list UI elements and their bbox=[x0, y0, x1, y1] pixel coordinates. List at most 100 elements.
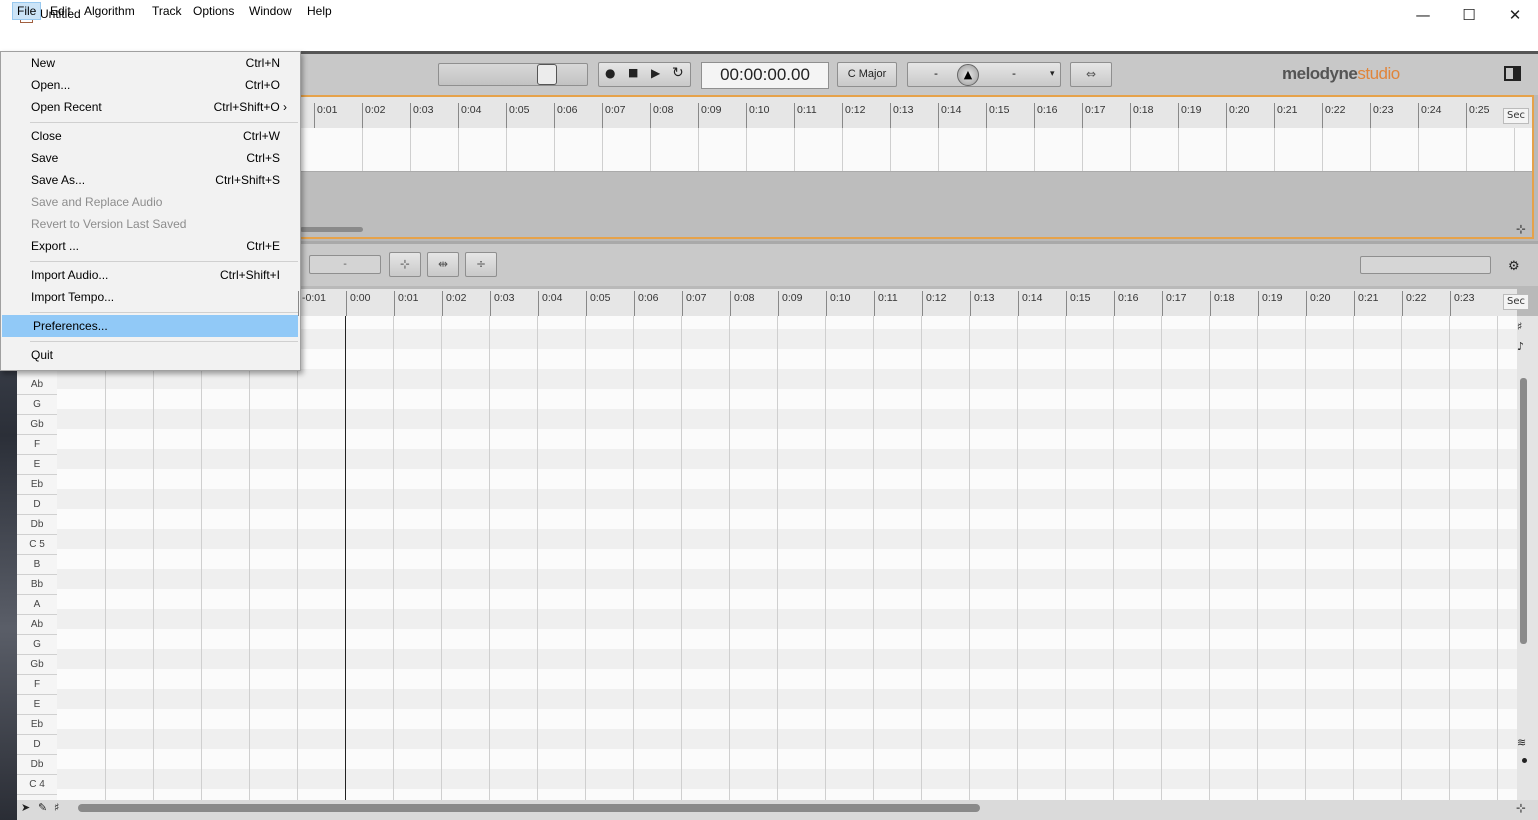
arrangement-ruler-label: 0:15 bbox=[989, 104, 1010, 116]
pencil-tool-icon[interactable]: ✎ bbox=[38, 801, 47, 814]
ruler-tick bbox=[1322, 103, 1323, 128]
editor-ruler-label: 0:03 bbox=[494, 292, 515, 304]
lane-gridline bbox=[842, 128, 843, 171]
file-menu-item-preferences[interactable]: Preferences... bbox=[2, 315, 298, 337]
ruler-tick bbox=[506, 103, 507, 128]
menu-item-label: Preferences... bbox=[33, 319, 108, 333]
panel-toggle-icon[interactable] bbox=[1504, 66, 1521, 81]
file-menu-item-save[interactable]: Save Ctrl+S bbox=[0, 147, 299, 169]
grid-line bbox=[777, 316, 778, 800]
editor-ruler-label: 0:16 bbox=[1118, 292, 1139, 304]
arrangement-unit-label[interactable]: Sec bbox=[1503, 108, 1529, 124]
arrangement-scrollbar[interactable] bbox=[300, 227, 363, 232]
menu-track[interactable]: Track bbox=[148, 2, 186, 20]
zoom-corner-icon[interactable]: ⊹ bbox=[1516, 222, 1526, 236]
volume-slider[interactable] bbox=[438, 63, 588, 86]
ruler-tick bbox=[842, 103, 843, 128]
pitch-row bbox=[57, 449, 1517, 469]
play-icon[interactable]: ▶ bbox=[651, 66, 660, 80]
arrangement-ruler-label: 0:10 bbox=[749, 104, 770, 116]
menu-algorithm[interactable]: Algorithm bbox=[80, 2, 139, 20]
pitch-key-label: C 5 bbox=[17, 535, 57, 555]
ruler-tick bbox=[1082, 103, 1083, 128]
menu-item-shortcut: Ctrl+Shift+O › bbox=[213, 100, 287, 114]
arrangement-track-lane[interactable] bbox=[300, 128, 1532, 172]
scale-icon[interactable]: ♪ bbox=[1517, 340, 1524, 353]
grid-line bbox=[1497, 316, 1498, 800]
vertical-scrollbar[interactable] bbox=[1520, 378, 1527, 644]
menu-item-label: Save bbox=[31, 151, 59, 165]
grid-line bbox=[1305, 316, 1306, 800]
time-display[interactable]: 00:00:00.00 bbox=[701, 62, 829, 89]
loop-icon[interactable]: ↻ bbox=[672, 65, 684, 81]
menu-help[interactable]: Help bbox=[303, 2, 336, 20]
grid-line bbox=[1353, 316, 1354, 800]
ruler-tick bbox=[1354, 291, 1355, 316]
ruler-tick bbox=[1306, 291, 1307, 316]
arrangement-ruler-label: 0:17 bbox=[1085, 104, 1106, 116]
grid-line bbox=[1161, 316, 1162, 800]
editor-ruler-label: 0:08 bbox=[734, 292, 755, 304]
dropdown-arrow-icon[interactable]: ▾ bbox=[1050, 69, 1055, 79]
pitch-reference-control[interactable] bbox=[907, 62, 1061, 87]
editor-zoom-slider[interactable] bbox=[1360, 256, 1491, 274]
arrangement-ruler[interactable] bbox=[300, 97, 1532, 129]
ruler-tick bbox=[970, 291, 971, 316]
arrangement-ruler-label: 0:07 bbox=[605, 104, 626, 116]
pointer-tool-icon[interactable]: ➤ bbox=[21, 801, 30, 814]
pitch-row bbox=[57, 409, 1517, 429]
menu-window[interactable]: Window bbox=[245, 2, 296, 20]
pitch-key-label: D bbox=[17, 495, 57, 515]
ruler-tick bbox=[698, 103, 699, 128]
record-icon[interactable]: ● bbox=[605, 66, 615, 80]
file-menu-item-save-as[interactable]: Save As... Ctrl+Shift+S bbox=[0, 169, 299, 191]
file-menu-item-open[interactable]: Open... Ctrl+O bbox=[0, 74, 299, 96]
file-menu-item-import-audio[interactable]: Import Audio... Ctrl+Shift+I bbox=[0, 264, 299, 286]
pitch-center-icon[interactable]: ⊹ bbox=[389, 252, 421, 277]
editor-unit-label[interactable]: Sec bbox=[1503, 294, 1529, 310]
file-menu-item-import-tempo[interactable]: Import Tempo... bbox=[0, 286, 299, 308]
menu-edit[interactable]: Edit bbox=[46, 2, 75, 20]
split-icon[interactable]: ÷ bbox=[465, 252, 497, 277]
maximize-button[interactable]: ☐ bbox=[1446, 0, 1492, 30]
ruler-tick bbox=[1034, 103, 1035, 128]
stop-icon[interactable]: ■ bbox=[628, 66, 638, 79]
minimize-button[interactable]: — bbox=[1400, 0, 1446, 30]
volume-slider-handle[interactable] bbox=[537, 64, 557, 85]
ruler-tick bbox=[314, 103, 315, 128]
vertical-zoom-handle[interactable] bbox=[1522, 758, 1527, 763]
ruler-tick bbox=[778, 291, 779, 316]
pitch-key-label: G bbox=[17, 395, 57, 415]
key-button[interactable]: C Major bbox=[837, 62, 897, 87]
lane-gridline bbox=[1370, 128, 1371, 171]
menu-options[interactable]: Options bbox=[189, 2, 238, 20]
file-menu-item-quit[interactable]: Quit bbox=[0, 344, 299, 366]
ruler-tick bbox=[586, 291, 587, 316]
tempo-sync-icon[interactable]: ⇔ bbox=[1070, 62, 1112, 87]
close-button[interactable]: ✕ bbox=[1492, 0, 1538, 30]
horizontal-scrollbar[interactable] bbox=[78, 804, 980, 812]
note-editor-grid[interactable] bbox=[57, 316, 1517, 800]
ruler-tick bbox=[730, 291, 731, 316]
grid-line bbox=[441, 316, 442, 800]
file-menu-item-open-recent[interactable]: Open Recent Ctrl+Shift+O › bbox=[0, 96, 299, 118]
pitch-row bbox=[57, 369, 1517, 389]
time-stretch-icon[interactable]: ⇹ bbox=[427, 252, 459, 277]
tuning-fork-icon[interactable]: ▲ bbox=[957, 64, 979, 86]
grid-line bbox=[1401, 316, 1402, 800]
zoom-corner-icon-bottom[interactable]: ⊹ bbox=[1516, 801, 1526, 815]
gear-icon[interactable]: ⚙ bbox=[1508, 259, 1520, 274]
menu-item-label: Open... bbox=[31, 78, 71, 92]
vertical-zoom-icon[interactable]: ≋ bbox=[1517, 736, 1526, 749]
file-menu-item-new[interactable]: New Ctrl+N bbox=[0, 52, 299, 74]
note-tool-icon[interactable]: ♯ bbox=[54, 801, 59, 814]
lane-gridline bbox=[506, 128, 507, 171]
pitch-grid-icon[interactable]: ♯ bbox=[1517, 320, 1522, 333]
playhead-cursor[interactable] bbox=[345, 316, 346, 800]
file-menu-item-export[interactable]: Export ... Ctrl+E bbox=[0, 235, 299, 257]
lane-gridline bbox=[1418, 128, 1419, 171]
editor-value-field[interactable]: - bbox=[309, 255, 381, 274]
file-menu-item-close[interactable]: Close Ctrl+W bbox=[0, 125, 299, 147]
lane-gridline bbox=[554, 128, 555, 171]
menu-file[interactable]: File bbox=[12, 2, 42, 20]
